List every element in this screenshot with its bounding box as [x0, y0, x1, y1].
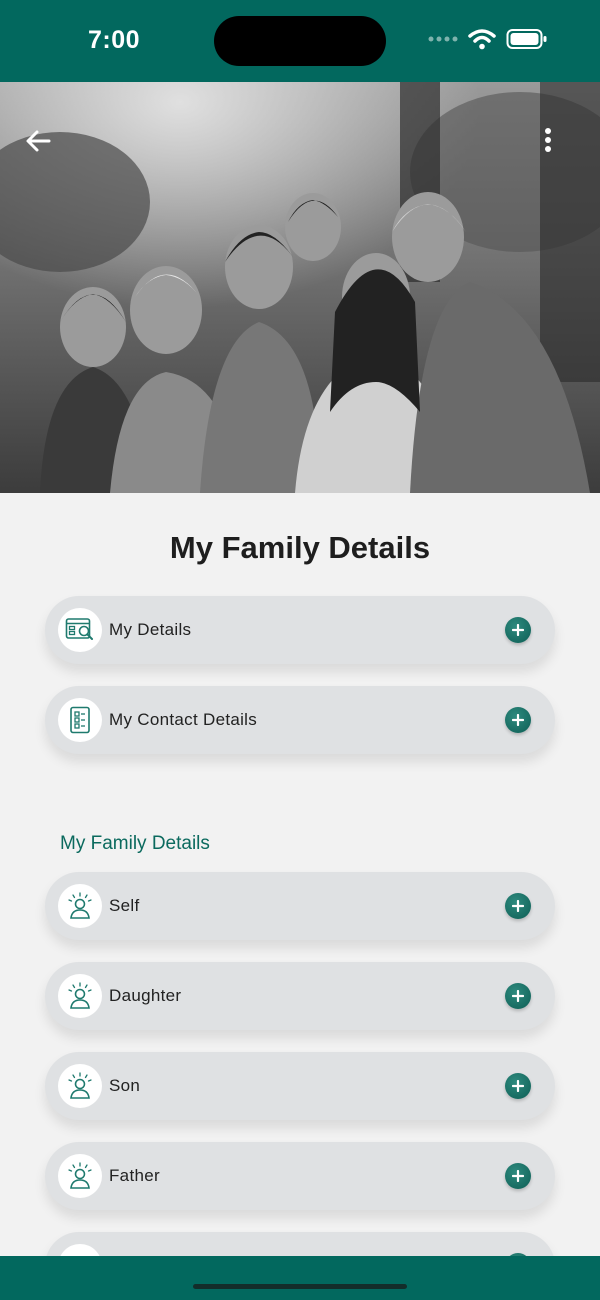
family-photo-illustration [0, 82, 600, 493]
details-search-icon [58, 608, 102, 652]
wifi-icon [468, 29, 496, 50]
add-icon[interactable] [505, 983, 531, 1009]
home-indicator [193, 1284, 407, 1289]
add-icon[interactable] [505, 893, 531, 919]
person-icon [58, 1064, 102, 1108]
person-icon [58, 974, 102, 1018]
status-icons [428, 28, 548, 50]
signal-icon [428, 36, 458, 42]
card-label: Son [109, 1076, 141, 1095]
card-label: Daughter [109, 986, 182, 1005]
status-bar: 7:00 [0, 0, 600, 82]
back-button[interactable] [22, 124, 56, 158]
person-icon [58, 1154, 102, 1198]
person-icon [58, 884, 102, 928]
add-icon[interactable] [505, 1163, 531, 1189]
section-heading-family: My Family Details [60, 833, 210, 854]
my-contact-details-card[interactable]: My Contact Details [45, 686, 555, 754]
add-icon[interactable] [505, 707, 531, 733]
family-photo [0, 82, 600, 493]
family-member-son[interactable]: Son [45, 1052, 555, 1120]
more-options-button[interactable] [540, 124, 556, 158]
add-icon[interactable] [505, 617, 531, 643]
family-member-daughter[interactable]: Daughter [45, 962, 555, 1030]
card-label: Father [109, 1166, 160, 1185]
card-label: My Details [109, 620, 192, 639]
my-details-card[interactable]: My Details [45, 596, 555, 664]
card-label: Self [109, 896, 140, 915]
card-label: My Contact Details [109, 710, 258, 729]
page-title: My Family Details [169, 530, 431, 565]
bottom-bar [0, 1256, 600, 1300]
contact-list-icon [58, 698, 102, 742]
more-vertical-icon [545, 128, 551, 152]
battery-icon [506, 29, 547, 49]
add-icon[interactable] [505, 1073, 531, 1099]
dynamic-island [214, 16, 386, 66]
back-arrow-icon [26, 130, 51, 152]
status-time: 7:00 [88, 26, 141, 54]
family-member-father[interactable]: Father [45, 1142, 555, 1210]
family-member-self[interactable]: Self [45, 872, 555, 940]
